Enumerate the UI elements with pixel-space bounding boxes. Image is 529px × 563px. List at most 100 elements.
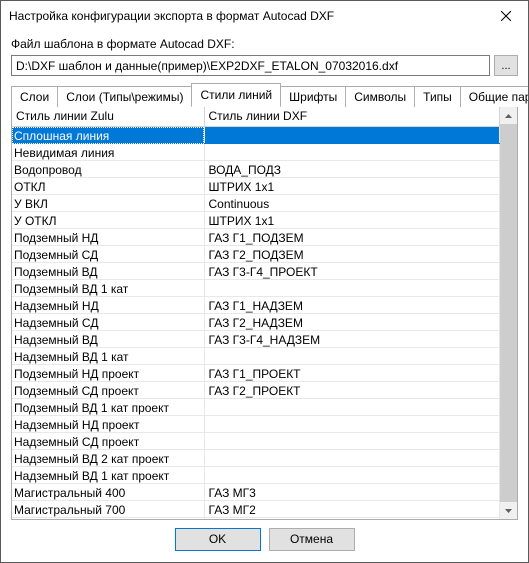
- cell-dxf[interactable]: [204, 280, 500, 297]
- table-row[interactable]: Магистральный 400ГАЗ МГ3: [12, 484, 500, 501]
- cell-dxf[interactable]: [204, 144, 500, 161]
- cell-zulu[interactable]: Надземный НД проект: [12, 416, 204, 433]
- cell-zulu[interactable]: Надземный ВД: [12, 331, 204, 348]
- cell-zulu[interactable]: Подземный СД: [12, 246, 204, 263]
- cell-zulu[interactable]: Надземный СД проект: [12, 433, 204, 450]
- tab-layers[interactable]: Слои: [11, 86, 58, 107]
- cancel-button[interactable]: Отмена: [269, 528, 355, 551]
- cell-zulu[interactable]: Магистральный 1000: [12, 518, 204, 520]
- cell-dxf[interactable]: ШТРИХ 1x1: [204, 212, 500, 229]
- cell-dxf[interactable]: ГАЗ Г3-Г4_НАДЗЕМ: [204, 331, 500, 348]
- grid-inner[interactable]: Стиль линии Zulu Стиль линии DXF Сплошна…: [12, 107, 500, 519]
- cell-dxf[interactable]: ГАЗ Г1_ПРОЕКТ: [204, 365, 500, 382]
- table-row[interactable]: Надземный ВД 2 кат проект: [12, 450, 500, 467]
- tab-panel: Стиль линии Zulu Стиль линии DXF Сплошна…: [11, 106, 518, 520]
- cell-dxf[interactable]: ВОДА_ПОДЗ: [204, 161, 500, 178]
- column-header-zulu[interactable]: Стиль линии Zulu: [12, 107, 204, 127]
- tab-layer-types[interactable]: Слои (Типы\режимы): [57, 86, 192, 107]
- scroll-down-button[interactable]: [500, 502, 517, 519]
- table-row[interactable]: Надземный СДГАЗ Г2_НАДЗЕМ: [12, 314, 500, 331]
- button-bar: OK Отмена: [1, 520, 528, 562]
- table-row[interactable]: Подземный ВД 1 кат проект: [12, 399, 500, 416]
- cell-zulu[interactable]: Подземный ВД: [12, 263, 204, 280]
- cell-zulu[interactable]: У ОТКЛ: [12, 212, 204, 229]
- cell-zulu[interactable]: Сплошная линия: [12, 127, 204, 144]
- table-row[interactable]: Магистральный 700ГАЗ МГ2: [12, 501, 500, 518]
- cell-zulu[interactable]: Надземный НД: [12, 297, 204, 314]
- table-row[interactable]: Надземный ВД 1 кат проект: [12, 467, 500, 484]
- cell-dxf[interactable]: ГАЗ Г1_ПОДЗЕМ: [204, 229, 500, 246]
- cell-dxf[interactable]: ШТРИХ 1x1: [204, 178, 500, 195]
- window-title: Настройка конфигурации экспорта в формат…: [9, 9, 483, 23]
- column-header-dxf[interactable]: Стиль линии DXF: [204, 107, 500, 127]
- cell-zulu[interactable]: Надземный ВД 1 кат: [12, 348, 204, 365]
- cell-dxf[interactable]: ГАЗ Г2_НАДЗЕМ: [204, 314, 500, 331]
- cell-zulu[interactable]: Подземный ВД 1 кат проект: [12, 399, 204, 416]
- title-bar: Настройка конфигурации экспорта в формат…: [1, 1, 528, 31]
- cell-zulu[interactable]: Надземный ВД 2 кат проект: [12, 450, 204, 467]
- cell-dxf[interactable]: ГАЗ МГ3: [204, 484, 500, 501]
- file-path-input[interactable]: [11, 55, 490, 76]
- table-row[interactable]: ОТКЛШТРИХ 1x1: [12, 178, 500, 195]
- table-row[interactable]: Надземный ВД 1 кат: [12, 348, 500, 365]
- cell-dxf[interactable]: [204, 348, 500, 365]
- table-row[interactable]: Надземный ВДГАЗ Г3-Г4_НАДЗЕМ: [12, 331, 500, 348]
- cell-zulu[interactable]: Подземный НД: [12, 229, 204, 246]
- table-row[interactable]: Невидимая линия: [12, 144, 500, 161]
- window-close-button[interactable]: [483, 1, 528, 31]
- cell-dxf[interactable]: [204, 127, 500, 144]
- cell-zulu[interactable]: Водопровод: [12, 161, 204, 178]
- cell-zulu[interactable]: Магистральный 700: [12, 501, 204, 518]
- tab-line-styles[interactable]: Стили линий: [191, 83, 281, 107]
- table-row[interactable]: Магистральный 1000ГАЗ МГ1: [12, 518, 500, 520]
- table-row[interactable]: У ВКЛContinuous: [12, 195, 500, 212]
- cell-zulu[interactable]: Подземный ВД 1 кат: [12, 280, 204, 297]
- tab-fonts[interactable]: Шрифты: [280, 86, 346, 107]
- ok-button[interactable]: OK: [175, 528, 261, 551]
- cell-zulu[interactable]: Надземный ВД 1 кат проект: [12, 467, 204, 484]
- tab-general[interactable]: Общие параметры: [460, 86, 528, 107]
- browse-button[interactable]: ...: [494, 55, 518, 76]
- cell-zulu[interactable]: ОТКЛ: [12, 178, 204, 195]
- table-row[interactable]: Подземный ВД 1 кат: [12, 280, 500, 297]
- tab-types[interactable]: Типы: [414, 86, 461, 107]
- table-row[interactable]: Надземный СД проект: [12, 433, 500, 450]
- file-row: ...: [11, 55, 518, 76]
- tab-symbols[interactable]: Символы: [345, 86, 415, 107]
- table-row[interactable]: Сплошная линия: [12, 127, 500, 144]
- cell-dxf[interactable]: [204, 416, 500, 433]
- cell-zulu[interactable]: Подземный НД проект: [12, 365, 204, 382]
- cell-zulu[interactable]: Невидимая линия: [12, 144, 204, 161]
- table-row[interactable]: У ОТКЛШТРИХ 1x1: [12, 212, 500, 229]
- line-style-table: Стиль линии Zulu Стиль линии DXF Сплошна…: [12, 107, 500, 519]
- table-row[interactable]: Подземный НД проектГАЗ Г1_ПРОЕКТ: [12, 365, 500, 382]
- cell-dxf[interactable]: [204, 433, 500, 450]
- cell-dxf[interactable]: ГАЗ Г1_НАДЗЕМ: [204, 297, 500, 314]
- vertical-scrollbar[interactable]: [500, 107, 517, 519]
- table-row[interactable]: ВодопроводВОДА_ПОДЗ: [12, 161, 500, 178]
- cell-zulu[interactable]: У ВКЛ: [12, 195, 204, 212]
- table-row[interactable]: Подземный НДГАЗ Г1_ПОДЗЕМ: [12, 229, 500, 246]
- table-row[interactable]: Надземный НД проект: [12, 416, 500, 433]
- cell-dxf[interactable]: ГАЗ МГ2: [204, 501, 500, 518]
- cell-dxf[interactable]: [204, 399, 500, 416]
- grid: Стиль линии Zulu Стиль линии DXF Сплошна…: [12, 107, 517, 519]
- cell-zulu[interactable]: Подземный СД проект: [12, 382, 204, 399]
- cell-dxf[interactable]: ГАЗ МГ1: [204, 518, 500, 520]
- cell-dxf[interactable]: ГАЗ Г2_ПОДЗЕМ: [204, 246, 500, 263]
- scroll-thumb[interactable]: [500, 124, 517, 502]
- table-row[interactable]: Подземный СД проектГАЗ Г2_ПРОЕКТ: [12, 382, 500, 399]
- cell-zulu[interactable]: Надземный СД: [12, 314, 204, 331]
- cell-dxf[interactable]: ГАЗ Г2_ПРОЕКТ: [204, 382, 500, 399]
- cell-dxf[interactable]: [204, 467, 500, 484]
- file-template-label: Файл шаблона в формате Autocad DXF:: [11, 37, 518, 51]
- cell-dxf[interactable]: [204, 450, 500, 467]
- cell-dxf[interactable]: Continuous: [204, 195, 500, 212]
- scroll-up-button[interactable]: [500, 107, 517, 124]
- table-row[interactable]: Подземный ВДГАЗ Г3-Г4_ПРОЕКТ: [12, 263, 500, 280]
- table-row[interactable]: Надземный НДГАЗ Г1_НАДЗЕМ: [12, 297, 500, 314]
- cell-dxf[interactable]: ГАЗ Г3-Г4_ПРОЕКТ: [204, 263, 500, 280]
- table-row[interactable]: Подземный СДГАЗ Г2_ПОДЗЕМ: [12, 246, 500, 263]
- cell-zulu[interactable]: Магистральный 400: [12, 484, 204, 501]
- chevron-up-icon: [505, 114, 512, 118]
